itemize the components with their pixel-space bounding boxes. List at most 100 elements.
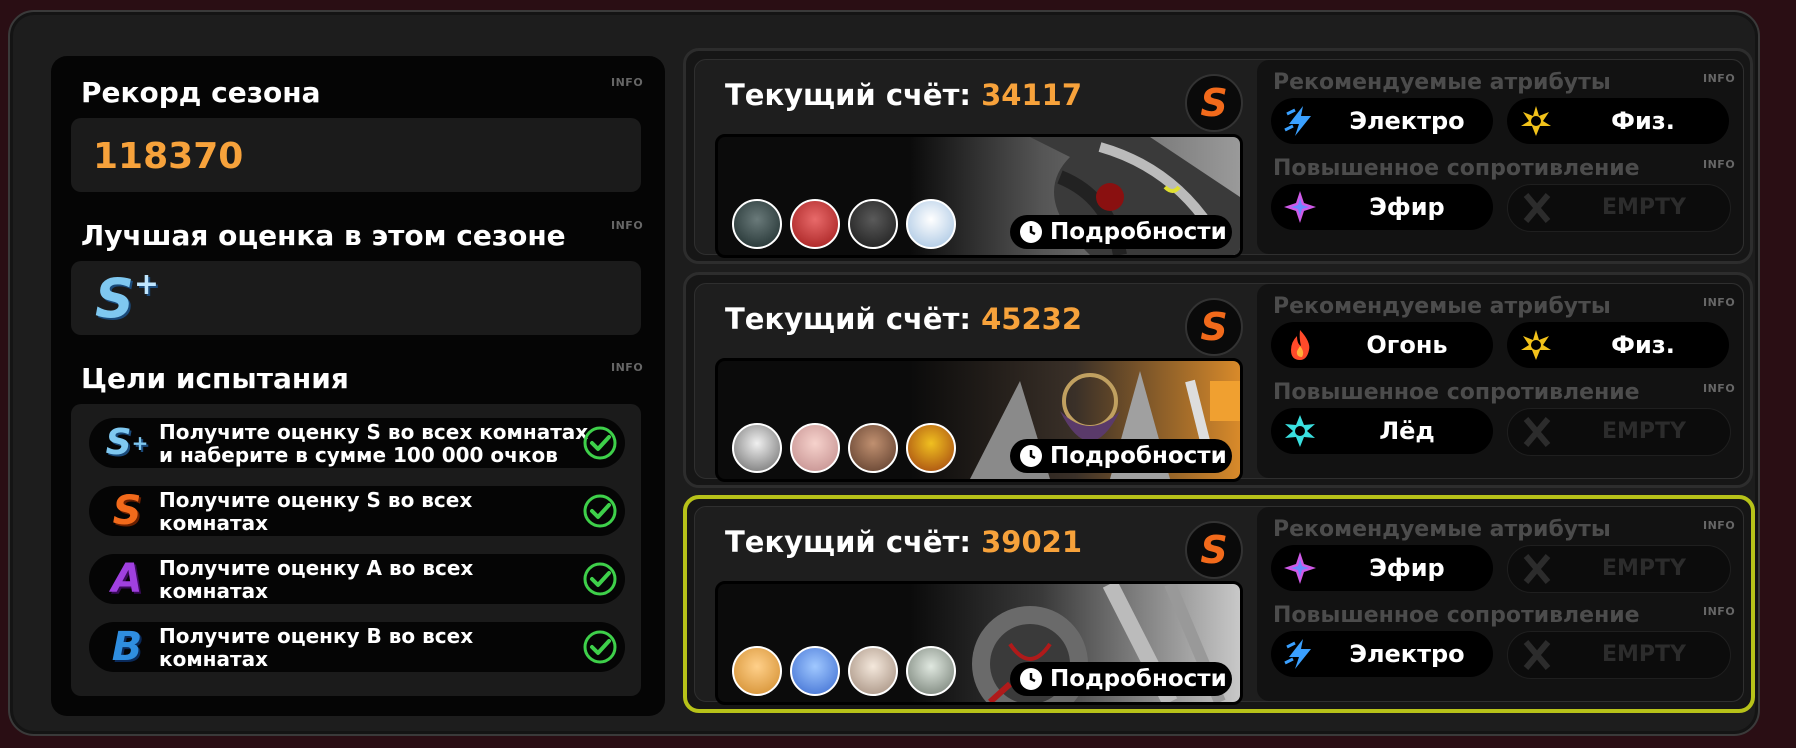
goal-row-s: S Получите оценку S во всех комнатах xyxy=(89,486,625,536)
room-card-inner: Текущий счёт: 45232 S Подробности Рекоме… xyxy=(694,283,1744,482)
electro-icon xyxy=(1284,106,1311,136)
character-avatar xyxy=(732,423,782,473)
attribute-pill-empty: EMPTY xyxy=(1507,545,1731,593)
recommended-attributes-title: Рекомендуемые атрибуты xyxy=(1273,70,1611,95)
team-preview: Подробности xyxy=(715,358,1243,482)
current-score-value: 39021 xyxy=(981,525,1083,559)
check-icon xyxy=(583,426,617,460)
character-avatar xyxy=(732,646,782,696)
goals-info[interactable]: INFO xyxy=(611,361,643,374)
clock-icon xyxy=(1020,445,1042,467)
current-score-value: 34117 xyxy=(981,78,1083,112)
attributes-panel: Рекомендуемые атрибуты INFO Электро Физ.… xyxy=(1257,60,1743,254)
current-score-value: 45232 xyxy=(981,302,1083,336)
grade-splus-icon: S+ xyxy=(105,422,149,463)
goals-box: S+ Получите оценку S во всех комнатах и … xyxy=(71,404,641,696)
room-card-2[interactable]: Текущий счёт: 45232 S Подробности Рекоме… xyxy=(683,272,1753,488)
attribute-pill: Огонь xyxy=(1271,322,1493,368)
team-preview: Подробности xyxy=(715,134,1243,258)
grade-b-icon: B xyxy=(111,624,143,670)
attribute-label: Лёд xyxy=(1379,417,1435,445)
details-label: Подробности xyxy=(1050,219,1227,245)
best-grade-box: S+ xyxy=(71,261,641,335)
recommended-attributes-title: Рекомендуемые атрибуты xyxy=(1273,517,1611,542)
clock-icon xyxy=(1020,221,1042,243)
goal-row-splus: S+ Получите оценку S во всех комнатах и … xyxy=(89,418,625,468)
check-icon xyxy=(583,630,617,664)
electro-icon xyxy=(1284,639,1311,669)
check-icon xyxy=(583,562,617,596)
check-icon xyxy=(583,494,617,528)
attribute-label: Электро xyxy=(1349,640,1465,668)
details-button[interactable]: Подробности xyxy=(1010,215,1232,249)
current-score-title: Текущий счёт: 45232 xyxy=(725,302,1083,336)
grade-s-icon: S xyxy=(112,488,142,534)
recommended-info[interactable]: INFO xyxy=(1703,519,1735,532)
recommended-attributes-title: Рекомендуемые атрибуты xyxy=(1273,294,1611,319)
room-card-inner: Текущий счёт: 34117 S Подробности Рекоме… xyxy=(694,59,1744,258)
current-score-title: Текущий счёт: 39021 xyxy=(725,525,1083,559)
attribute-pill: Эфир xyxy=(1271,545,1493,591)
attribute-label: Эфир xyxy=(1369,193,1445,221)
resistance-title: Повышенное сопротивление xyxy=(1273,603,1640,628)
details-button[interactable]: Подробности xyxy=(1010,662,1232,696)
empty-icon xyxy=(1523,640,1551,670)
recommended-info[interactable]: INFO xyxy=(1703,296,1735,309)
details-label: Подробности xyxy=(1050,666,1227,692)
attribute-label: Огонь xyxy=(1366,331,1448,359)
attribute-label: Электро xyxy=(1349,107,1465,135)
recommended-info[interactable]: INFO xyxy=(1703,72,1735,85)
details-button[interactable]: Подробности xyxy=(1010,439,1232,473)
best-grade-badge: S+ xyxy=(95,267,160,330)
ether-icon xyxy=(1284,552,1316,584)
attribute-label: Физ. xyxy=(1611,107,1675,135)
best-grade-info[interactable]: INFO xyxy=(611,219,643,232)
season-record-info[interactable]: INFO xyxy=(611,76,643,89)
attribute-pill-empty: EMPTY xyxy=(1507,408,1731,456)
room-grade-badge: S xyxy=(1185,298,1243,356)
character-avatar xyxy=(790,646,840,696)
attribute-pill: Лёд xyxy=(1271,408,1493,454)
attribute-pill-empty: EMPTY xyxy=(1507,184,1731,232)
character-avatar xyxy=(732,199,782,249)
attributes-panel: Рекомендуемые атрибуты INFO Огонь Физ. П… xyxy=(1257,284,1743,478)
empty-icon xyxy=(1523,417,1551,447)
goal-row-a: A Получите оценку A во всех комнатах xyxy=(89,554,625,604)
details-label: Подробности xyxy=(1050,443,1227,469)
attribute-pill: Эфир xyxy=(1271,184,1493,230)
resistance-title: Повышенное сопротивление xyxy=(1273,380,1640,405)
current-score-title: Текущий счёт: 34117 xyxy=(725,78,1083,112)
character-avatar xyxy=(848,199,898,249)
attribute-label: EMPTY xyxy=(1602,642,1686,667)
attribute-pill-empty: EMPTY xyxy=(1507,631,1731,679)
fire-icon xyxy=(1291,330,1310,360)
resistance-title: Повышенное сопротивление xyxy=(1273,156,1640,181)
attribute-label: Физ. xyxy=(1611,331,1675,359)
goal-text: Получите оценку A во всех комнатах xyxy=(159,556,474,603)
clock-icon xyxy=(1020,668,1042,690)
character-avatar xyxy=(906,646,956,696)
room-card-inner: Текущий счёт: 39021 S Подробности Рекоме… xyxy=(694,506,1744,705)
empty-icon xyxy=(1523,554,1551,584)
physical-icon xyxy=(1521,106,1551,136)
attribute-label: Эфир xyxy=(1369,554,1445,582)
goal-text: Получите оценку B во всех комнатах xyxy=(159,624,474,671)
room-card-1[interactable]: Текущий счёт: 34117 S Подробности Рекоме… xyxy=(683,48,1753,264)
character-avatar xyxy=(906,199,956,249)
attribute-label: EMPTY xyxy=(1602,419,1686,444)
goals-title: Цели испытания xyxy=(81,362,349,395)
attribute-pill: Физ. xyxy=(1507,98,1729,144)
character-avatar xyxy=(790,423,840,473)
attribute-label: EMPTY xyxy=(1602,195,1686,220)
attributes-panel: Рекомендуемые атрибуты INFO Эфир EMPTY П… xyxy=(1257,507,1743,701)
resistance-info[interactable]: INFO xyxy=(1703,382,1735,395)
empty-icon xyxy=(1523,193,1551,223)
resistance-info[interactable]: INFO xyxy=(1703,158,1735,171)
room-card-3[interactable]: Текущий счёт: 39021 S Подробности Рекоме… xyxy=(683,495,1755,713)
character-avatar xyxy=(848,646,898,696)
room-grade-badge: S xyxy=(1185,74,1243,132)
team-preview: Подробности xyxy=(715,581,1243,705)
character-avatar xyxy=(906,423,956,473)
resistance-info[interactable]: INFO xyxy=(1703,605,1735,618)
season-record-value: 118370 xyxy=(93,136,244,177)
